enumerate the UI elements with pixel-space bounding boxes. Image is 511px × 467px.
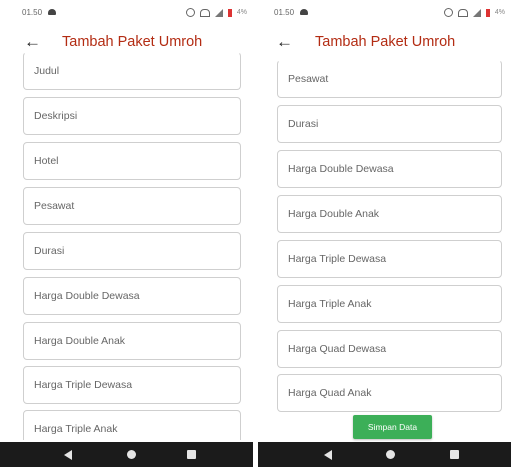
page-title: Tambah Paket Umroh xyxy=(315,34,456,50)
system-nav-bar xyxy=(258,442,511,467)
field-placeholder: Pesawat xyxy=(34,200,75,212)
field-placeholder: Harga Quad Anak xyxy=(288,387,372,399)
screen-left: 01.50 4% Judul Deskripsi Hotel Pesawat D… xyxy=(0,0,253,467)
nav-back-icon[interactable] xyxy=(64,450,72,460)
field-placeholder: Harga Triple Dewasa xyxy=(288,253,387,265)
field-placeholder: Harga Double Anak xyxy=(288,208,380,220)
back-arrow-icon[interactable]: ← xyxy=(24,24,42,60)
system-nav-bar xyxy=(0,442,253,467)
field-pesawat[interactable]: Pesawat xyxy=(23,187,241,225)
field-placeholder: Hotel xyxy=(34,155,59,167)
save-button[interactable]: Simpan Data xyxy=(353,415,432,439)
field-harga-triple-anak[interactable]: Harga Triple Anak xyxy=(23,410,241,440)
nav-recent-icon[interactable] xyxy=(450,450,459,459)
field-harga-triple-dewasa[interactable]: Harga Triple Dewasa xyxy=(23,366,241,404)
field-harga-double-dewasa[interactable]: Harga Double Dewasa xyxy=(277,150,502,188)
form-scroll[interactable]: Pesawat Durasi Harga Double Dewasa Harga… xyxy=(277,0,502,440)
field-harga-quad-anak[interactable]: Harga Quad Anak xyxy=(277,374,502,412)
field-hotel[interactable]: Hotel xyxy=(23,142,241,180)
field-placeholder: Durasi xyxy=(288,118,319,130)
field-placeholder: Judul xyxy=(34,65,60,77)
field-durasi[interactable]: Durasi xyxy=(277,105,502,143)
field-placeholder: Deskripsi xyxy=(34,110,78,122)
field-harga-double-anak[interactable]: Harga Double Anak xyxy=(277,195,502,233)
field-harga-triple-anak[interactable]: Harga Triple Anak xyxy=(277,285,502,323)
app-bar: ← Tambah Paket Umroh xyxy=(0,24,253,60)
page-title: Tambah Paket Umroh xyxy=(62,34,203,50)
form-scroll[interactable]: Judul Deskripsi Hotel Pesawat Durasi Har… xyxy=(23,0,241,440)
field-harga-double-anak[interactable]: Harga Double Anak xyxy=(23,322,241,360)
field-placeholder: Harga Quad Dewasa xyxy=(288,343,387,355)
field-harga-double-dewasa[interactable]: Harga Double Dewasa xyxy=(23,277,241,315)
app-bar: ← Tambah Paket Umroh xyxy=(258,24,511,60)
field-placeholder: Harga Triple Dewasa xyxy=(34,379,133,391)
field-placeholder: Harga Triple Anak xyxy=(34,423,118,435)
field-placeholder: Harga Triple Anak xyxy=(288,298,372,310)
nav-recent-icon[interactable] xyxy=(187,450,196,459)
field-placeholder: Pesawat xyxy=(288,73,329,85)
field-harga-triple-dewasa[interactable]: Harga Triple Dewasa xyxy=(277,240,502,278)
field-pesawat[interactable]: Pesawat xyxy=(277,60,502,98)
screen-right: 01.50 4% Pesawat Durasi Harga Double Dew… xyxy=(258,0,511,467)
field-placeholder: Harga Double Anak xyxy=(34,335,126,347)
field-placeholder: Durasi xyxy=(34,245,65,257)
nav-home-icon[interactable] xyxy=(386,450,395,459)
field-durasi[interactable]: Durasi xyxy=(23,232,241,270)
back-arrow-icon[interactable]: ← xyxy=(276,24,294,60)
field-harga-quad-dewasa[interactable]: Harga Quad Dewasa xyxy=(277,330,502,368)
field-placeholder: Harga Double Dewasa xyxy=(288,163,394,175)
field-deskripsi[interactable]: Deskripsi xyxy=(23,97,241,135)
field-placeholder: Harga Double Dewasa xyxy=(34,290,140,302)
nav-back-icon[interactable] xyxy=(324,450,332,460)
nav-home-icon[interactable] xyxy=(127,450,136,459)
